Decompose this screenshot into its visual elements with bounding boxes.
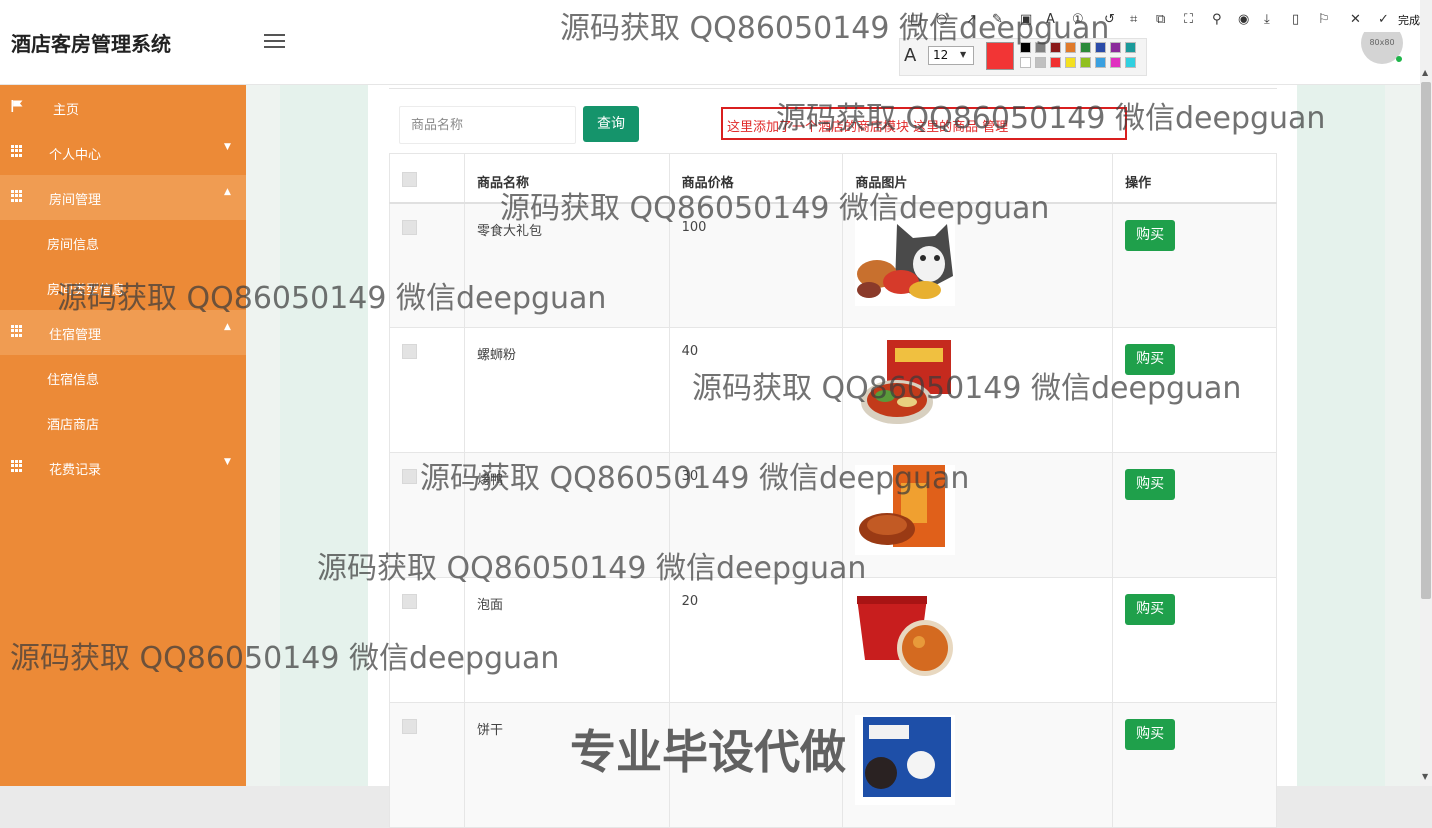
grid-icon xyxy=(11,325,24,337)
menu-toggle-icon[interactable] xyxy=(264,34,285,50)
watermark-text: 源码获取 QQ86050149 微信deepguan xyxy=(500,191,1050,226)
column-header: 操作 xyxy=(1112,153,1277,204)
sidebar-subitem-lodging-info[interactable]: 住宿信息 xyxy=(47,369,99,388)
flag-icon xyxy=(11,100,23,112)
sidebar-item-personal-center[interactable]: 个人中心 ▼ xyxy=(0,130,246,175)
buy-button[interactable]: 购买 xyxy=(1125,719,1176,750)
biscuit-image xyxy=(855,715,956,805)
sidebar-item-expense-records[interactable]: 花费记录 ▼ xyxy=(0,445,246,490)
translate-icon[interactable]: ⧉ xyxy=(1156,12,1165,27)
done-button[interactable]: 完成 xyxy=(1398,12,1420,28)
download-icon[interactable]: ⤓ xyxy=(1264,12,1270,27)
scroll-up-arrow-icon[interactable]: ▲ xyxy=(1422,68,1428,77)
watermark-text: 源码获取 QQ86050149 微信deepguan xyxy=(692,371,1242,406)
promo-watermark: 专业毕设代做 xyxy=(570,725,846,779)
product-price: 20 xyxy=(668,577,844,703)
row-checkbox[interactable] xyxy=(402,469,417,484)
select-all-checkbox[interactable] xyxy=(402,172,417,187)
divider xyxy=(389,88,1277,89)
scan-icon[interactable]: ⛶ xyxy=(1184,12,1193,27)
color-swatch[interactable] xyxy=(1035,57,1046,68)
sidebar-subitem-room-info[interactable]: 房间信息 xyxy=(47,234,99,253)
product-name-search-input[interactable] xyxy=(399,106,576,144)
product-name: 螺蛳粉 xyxy=(463,327,670,453)
watermark-text: 源码获取 QQ86050149 微信deepguan xyxy=(10,641,560,676)
watermark-text: 源码获取 QQ86050149 微信deepguan xyxy=(317,551,867,586)
row-checkbox[interactable] xyxy=(402,594,417,609)
watermark-text: 源码获取 QQ86050149 微信deepguan xyxy=(560,11,1110,46)
font-size-icon: A xyxy=(904,45,917,66)
color-swatch[interactable] xyxy=(1110,42,1121,53)
grid-icon xyxy=(11,190,24,202)
color-swatch[interactable] xyxy=(1050,57,1061,68)
sidebar-item-label: 主页 xyxy=(53,103,80,118)
caret-down-icon: ▼ xyxy=(224,457,231,467)
color-swatch[interactable] xyxy=(1125,42,1136,53)
caret-up-icon: ▲ xyxy=(224,187,231,197)
online-status-dot xyxy=(1396,56,1402,62)
color-swatch[interactable] xyxy=(1080,57,1091,68)
watermark-text: 源码获取 QQ86050149 微信deepguan xyxy=(57,281,607,316)
chevron-down-icon[interactable]: ▼ xyxy=(960,50,966,59)
sidebar-item-label: 住宿管理 xyxy=(49,328,102,343)
snack-gift-pack-image xyxy=(855,215,956,306)
grid-icon xyxy=(11,145,24,157)
sidebar-subitem-hotel-shop[interactable]: 酒店商店 xyxy=(47,414,99,433)
watermark-text: 源码获取 QQ86050149 微信deepguan xyxy=(420,461,970,496)
buy-button[interactable]: 购买 xyxy=(1125,469,1176,500)
scrollbar-thumb[interactable] xyxy=(1421,82,1431,599)
color-swatch[interactable] xyxy=(1095,57,1106,68)
watermark-text: 源码获取 QQ86050149 微信deepguan xyxy=(776,101,1326,136)
sidebar-item-home[interactable]: 主页 xyxy=(0,85,246,130)
record-icon[interactable]: ◉ xyxy=(1238,12,1249,27)
phone-icon[interactable]: ▯ xyxy=(1292,12,1299,27)
query-button[interactable]: 查询 xyxy=(583,106,639,142)
scroll-down-arrow-icon[interactable]: ▼ xyxy=(1422,772,1428,781)
caret-up-icon: ▲ xyxy=(224,322,231,332)
color-swatch[interactable] xyxy=(1125,57,1136,68)
app-title: 酒店客房管理系统 xyxy=(11,32,171,56)
row-checkbox[interactable] xyxy=(402,219,417,235)
color-swatch[interactable] xyxy=(1110,57,1121,68)
crop-icon[interactable]: ⌗ xyxy=(1130,12,1137,27)
row-checkbox[interactable] xyxy=(402,719,417,734)
sidebar-item-label: 个人中心 xyxy=(49,148,102,163)
sidebar-item-label: 房间管理 xyxy=(49,193,102,208)
instant-noodle-image xyxy=(855,590,956,680)
buy-button[interactable]: 购买 xyxy=(1125,594,1176,625)
select-all-cell xyxy=(389,153,465,204)
check-icon[interactable]: ✓ xyxy=(1378,12,1389,27)
close-icon[interactable]: ✕ xyxy=(1350,12,1361,27)
sidebar: 主页 个人中心 ▼ 房间管理 ▲ 房间信息 房间类型信息 住宿管理 ▲ 住宿信息… xyxy=(0,85,246,786)
caret-down-icon: ▼ xyxy=(224,142,231,152)
color-swatch[interactable] xyxy=(1020,57,1031,68)
sidebar-item-room-management[interactable]: 房间管理 ▲ xyxy=(0,175,246,220)
grid-icon xyxy=(11,460,24,472)
pin-icon[interactable]: ⚲ xyxy=(1212,12,1222,27)
font-size-select[interactable]: 12 xyxy=(928,46,974,65)
buy-button[interactable]: 购买 xyxy=(1125,219,1176,251)
row-checkbox[interactable] xyxy=(402,344,417,359)
color-swatch[interactable] xyxy=(1065,57,1076,68)
bookmark-icon[interactable]: ⚐ xyxy=(1318,12,1330,27)
sidebar-item-label: 花费记录 xyxy=(49,463,102,478)
